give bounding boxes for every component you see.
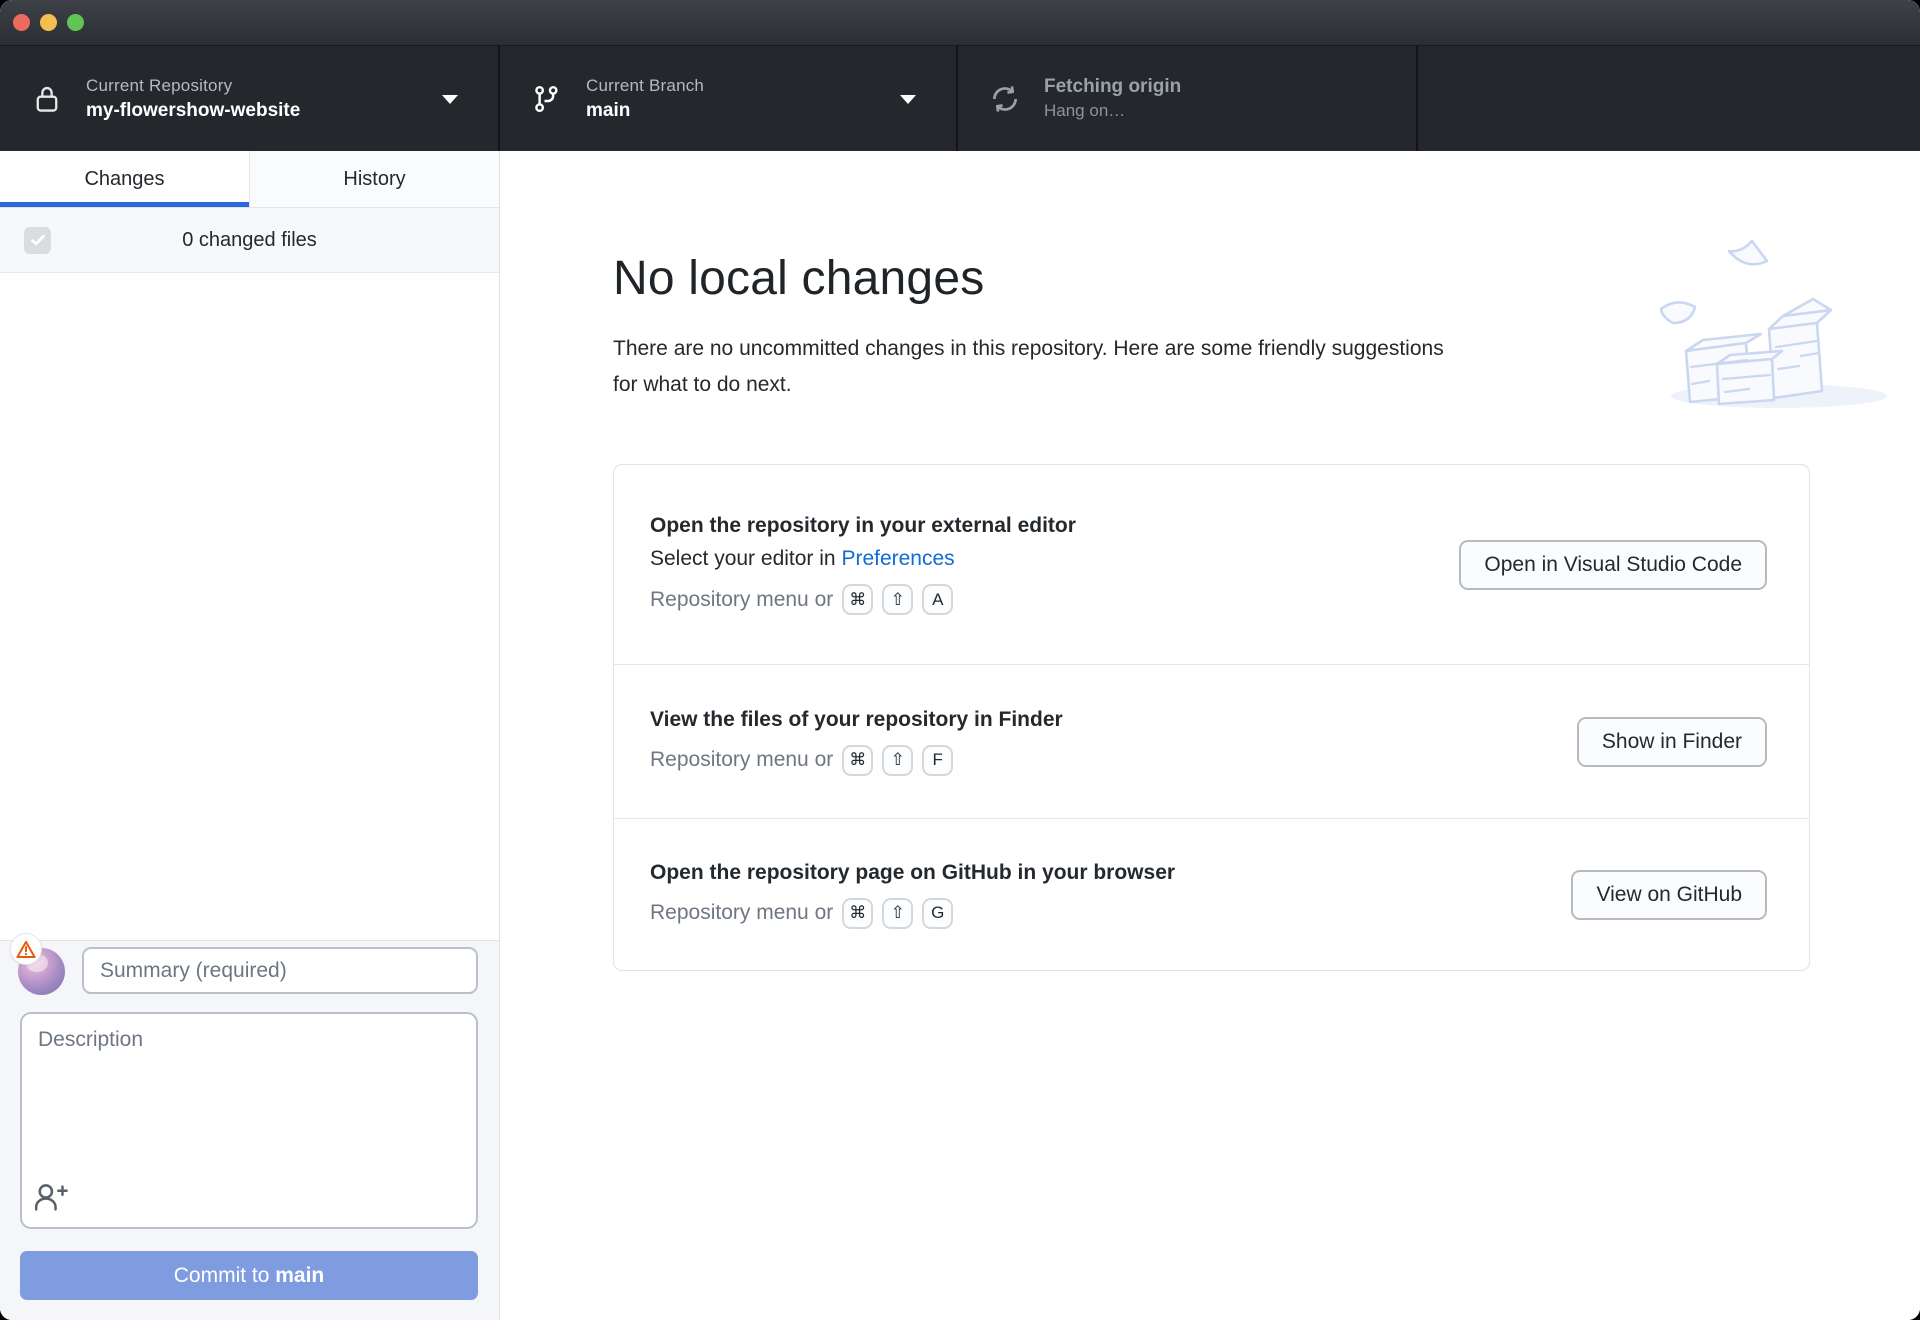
fetch-status: Hang on… (1044, 101, 1126, 120)
shift-key: ⇧ (882, 897, 914, 929)
zoom-button[interactable] (67, 14, 84, 31)
suggestion-subtitle: Select your editor in Preferences (650, 547, 1076, 571)
git-branch-icon (530, 83, 564, 115)
shortcut-text: Repository menu or (650, 587, 834, 611)
suggestions-card: Open the repository in your external edi… (613, 464, 1810, 971)
file-list-empty (0, 273, 499, 939)
branch-name: main (586, 99, 631, 121)
sidebar: Changes History 0 changed files Summary … (0, 151, 500, 1320)
subtitle-text: Select your editor in (650, 547, 842, 570)
minimize-button[interactable] (40, 14, 57, 31)
letter-key: G (922, 897, 954, 929)
window-controls (13, 14, 84, 31)
commit-button-prefix: Commit to (173, 1263, 276, 1287)
suggestion-show-in-finder: View the files of your repository in Fin… (614, 664, 1809, 818)
suggestion-view-on-github: Open the repository page on GitHub in yo… (614, 818, 1809, 970)
shift-key: ⇧ (882, 744, 914, 776)
page-title: No local changes (613, 252, 985, 305)
current-repository-dropdown[interactable]: Current Repository my-flowershow-website (0, 46, 500, 151)
commit-form: Commit to main (0, 933, 499, 1320)
branch-label: Current Branch (586, 75, 705, 95)
fetch-title: Fetching origin (1044, 76, 1182, 97)
changed-files-row: 0 changed files (0, 208, 499, 273)
letter-key: A (922, 584, 954, 615)
command-key: ⌘ (842, 897, 874, 929)
fetch-origin-button[interactable]: Fetching origin Hang on… (958, 46, 1418, 151)
commit-summary-input[interactable] (82, 947, 478, 994)
main-content: No local changes There are no uncommitte… (501, 151, 1920, 1320)
select-all-checkbox[interactable] (24, 226, 51, 254)
shift-key: ⇧ (882, 584, 914, 615)
lock-icon (30, 84, 64, 114)
commit-button-branch: main (275, 1263, 325, 1287)
sidebar-tabs: Changes History (0, 151, 499, 208)
open-in-editor-button[interactable]: Open in Visual Studio Code (1459, 539, 1767, 590)
warning-icon[interactable] (10, 933, 42, 965)
letter-key: F (922, 744, 954, 776)
repository-label: Current Repository (86, 75, 233, 95)
tab-changes[interactable]: Changes (0, 151, 249, 207)
subtitle-line-1: There are no uncommitted changes in this… (613, 337, 1444, 360)
command-key: ⌘ (842, 744, 874, 776)
sync-icon (988, 83, 1022, 115)
no-changes-illustration (1651, 229, 1916, 424)
preferences-link[interactable]: Preferences (841, 547, 954, 570)
tab-history[interactable]: History (249, 151, 499, 207)
toolbar: Current Repository my-flowershow-website… (0, 46, 1920, 151)
suggestion-title: Open the repository page on GitHub in yo… (650, 860, 1176, 884)
chevron-down-icon (900, 94, 916, 104)
show-in-finder-button[interactable]: Show in Finder (1576, 716, 1767, 767)
current-branch-dropdown[interactable]: Current Branch main (500, 46, 958, 151)
shortcut-hint: Repository menu or ⌘ ⇧ G (650, 897, 1175, 929)
titlebar (0, 0, 1920, 46)
commit-button[interactable]: Commit to main (20, 1251, 478, 1300)
suggestion-title: View the files of your repository in Fin… (650, 707, 1063, 731)
command-key: ⌘ (842, 584, 874, 615)
suggestion-title: Open the repository in your external edi… (650, 514, 1076, 537)
shortcut-text: Repository menu or (650, 748, 834, 771)
view-on-github-button[interactable]: View on GitHub (1571, 869, 1767, 920)
subtitle-line-2: for what to do next. (613, 373, 792, 396)
repository-name: my-flowershow-website (86, 99, 301, 121)
add-coauthor-button[interactable] (30, 1177, 70, 1217)
changed-files-count: 0 changed files (182, 228, 317, 251)
shortcut-text: Repository menu or (650, 901, 834, 924)
commit-description-input[interactable] (20, 1012, 478, 1229)
page-subtitle: There are no uncommitted changes in this… (613, 331, 1444, 403)
suggestion-open-editor: Open the repository in your external edi… (614, 465, 1809, 664)
app-window: Current Repository my-flowershow-website… (0, 0, 1920, 1320)
chevron-down-icon (442, 94, 458, 104)
shortcut-hint: Repository menu or ⌘ ⇧ F (650, 744, 1063, 776)
shortcut-hint: Repository menu or ⌘ ⇧ A (650, 584, 1076, 615)
close-button[interactable] (13, 14, 30, 31)
